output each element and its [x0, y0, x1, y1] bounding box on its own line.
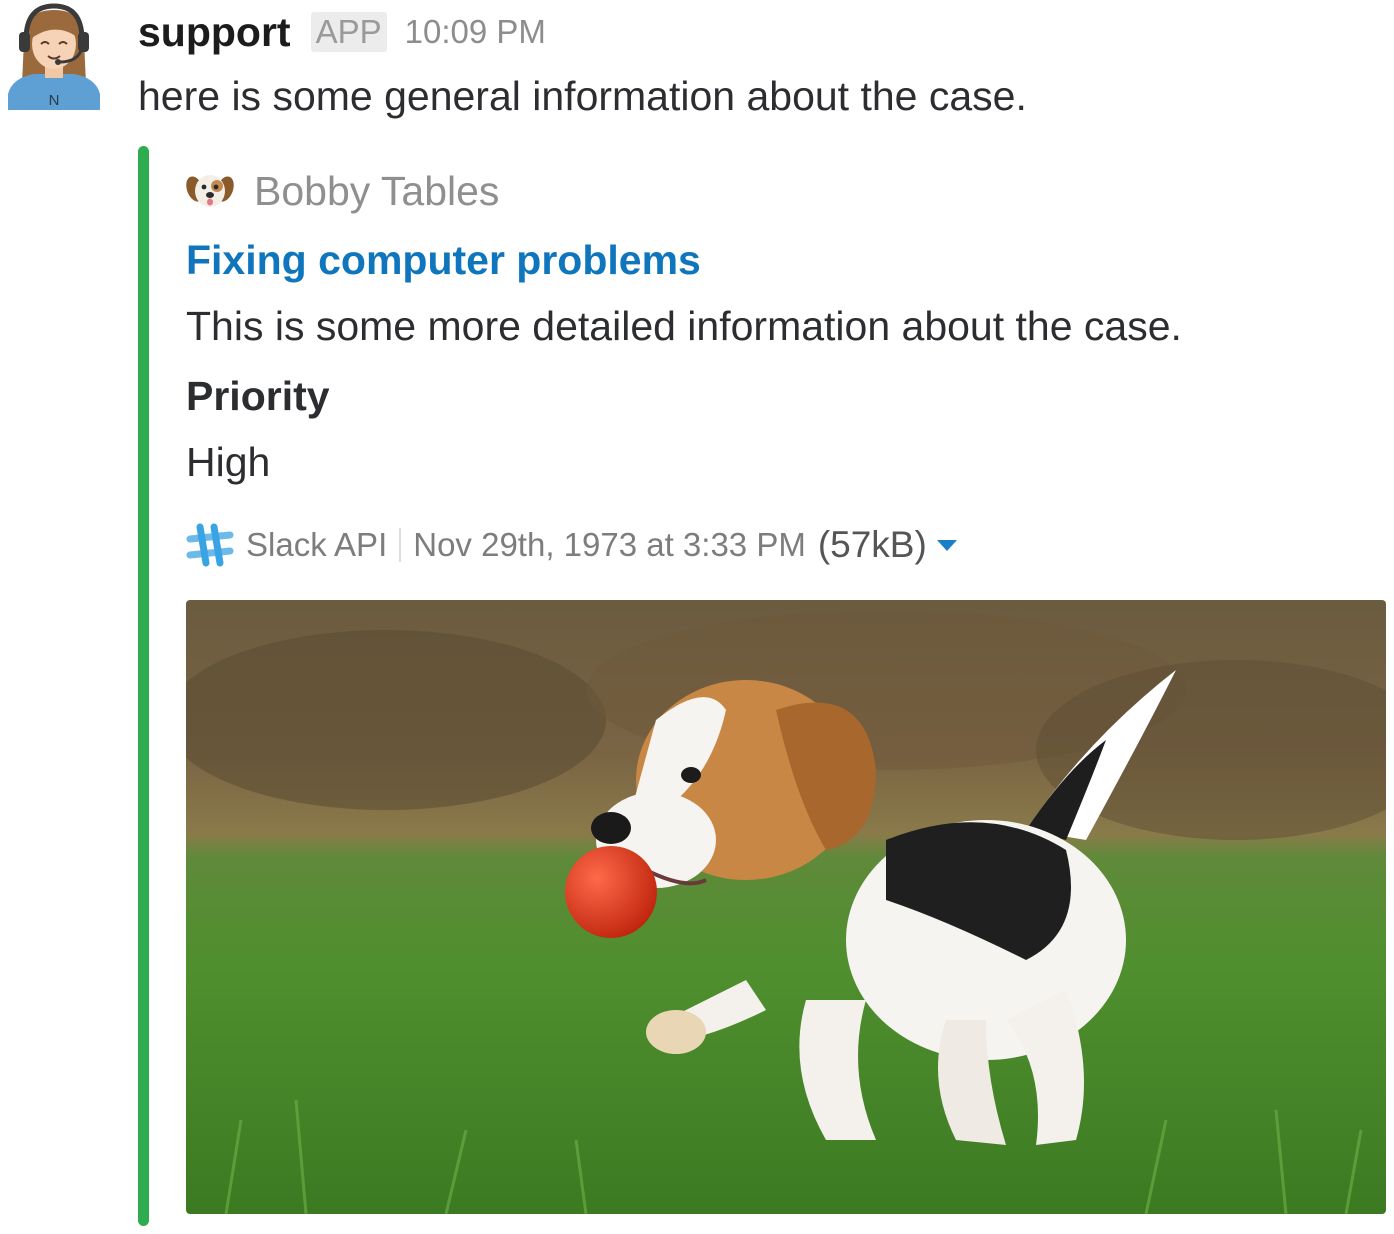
message-text: here is some general information about t… — [138, 73, 1027, 119]
avatar[interactable]: N — [4, 2, 104, 110]
attachment-image[interactable] — [186, 600, 1386, 1214]
footer-divider — [399, 528, 402, 562]
attachment-title-link[interactable]: Fixing computer problems — [186, 234, 701, 286]
attachment-color-bar — [138, 146, 149, 1226]
sender-name[interactable]: support — [138, 9, 291, 56]
dog-face-icon — [186, 175, 234, 207]
footer-timestamp[interactable]: Nov 29th, 1973 at 3:33 PM — [413, 526, 806, 564]
footer-source: Slack API — [246, 526, 388, 563]
support-agent-avatar-icon: N — [8, 3, 100, 110]
field-value-priority: High — [186, 439, 271, 485]
attachment-author: Bobby Tables — [186, 164, 499, 218]
message-header: support APP 10:09 PM — [138, 8, 546, 56]
message-timestamp[interactable]: 10:09 PM — [405, 13, 546, 51]
app-badge: APP — [310, 12, 387, 52]
beagle-puppy-image-icon — [186, 600, 1386, 1214]
slack-api-icon — [186, 523, 234, 567]
file-size: (57kB) — [817, 524, 927, 565]
field-title-priority: Priority — [186, 373, 330, 419]
attachment-footer: Slack API Nov 29th, 1973 at 3:33 PM (57k… — [186, 520, 957, 570]
collapse-toggle-icon[interactable] — [936, 539, 957, 551]
svg-text:N: N — [49, 92, 60, 109]
attachment-text: This is some more detailed information a… — [186, 303, 1182, 349]
author-name[interactable]: Bobby Tables — [254, 168, 499, 215]
